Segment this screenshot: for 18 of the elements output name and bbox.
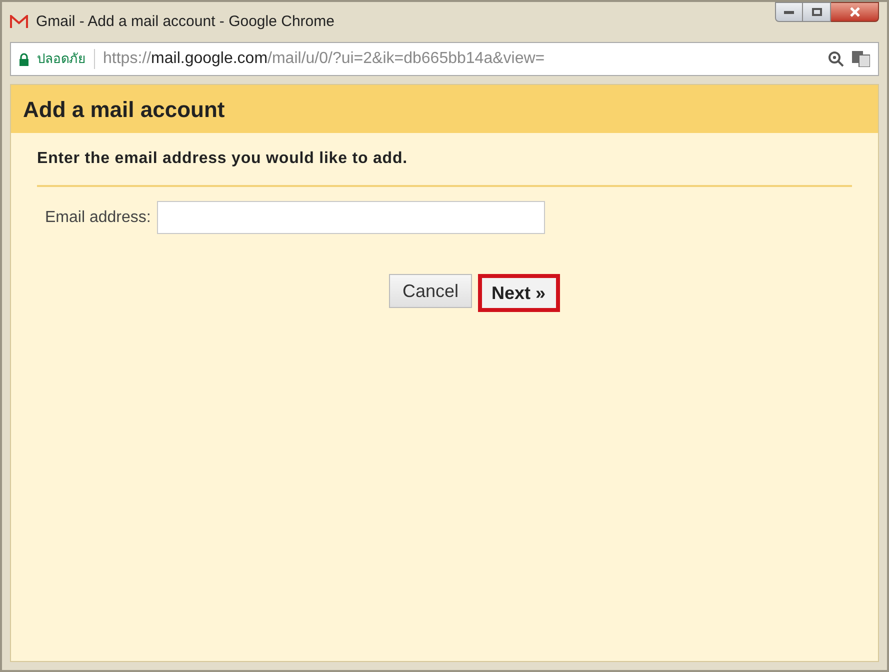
close-button[interactable] [831,2,879,22]
url-text: https://mail.google.com/mail/u/0/?ui=2&ik=db665bb14a&view= [103,49,546,69]
dialog-title: Add a mail account [23,96,225,124]
lock-icon [19,52,29,66]
mail-icon [10,15,28,29]
close-icon [848,7,860,17]
instruction-text: Enter the email address you would like to add. [37,147,852,187]
maximize-button[interactable] [803,2,831,22]
minimize-button[interactable] [775,2,803,22]
window-title: Gmail - Add a mail account - Google Chrome [36,12,336,32]
translate-icon[interactable] [852,51,870,67]
zoom-icon[interactable] [828,51,844,67]
security-label: ปลอดภัย [37,50,86,68]
next-button[interactable]: Next » [478,274,560,312]
address-bar[interactable]: ปลอดภัย https://mail.google.com/mail/u/0/?ui=2&ik=db665bb14a&view= [10,42,879,76]
email-field[interactable] [156,201,545,234]
field-label: Email address: [45,208,151,228]
cancel-button[interactable]: Cancel [389,274,472,308]
